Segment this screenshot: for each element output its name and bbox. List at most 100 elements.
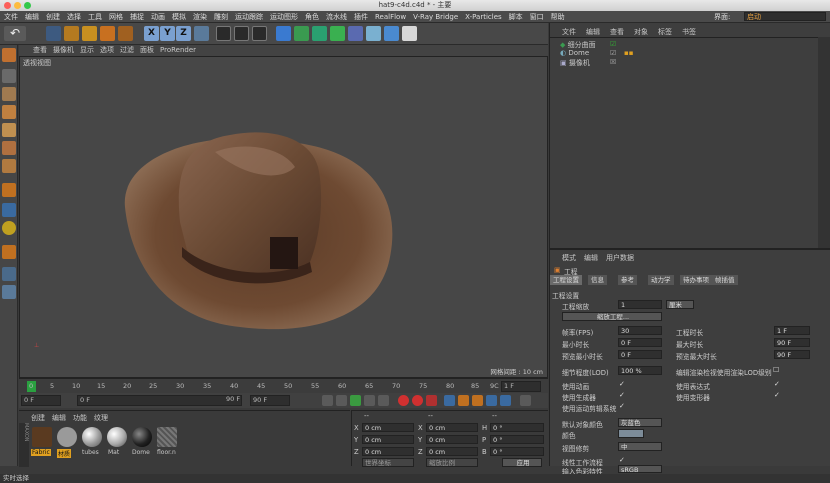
end-frame-field[interactable]: 90 F (250, 395, 290, 406)
snapping-icon[interactable] (2, 221, 16, 235)
cube-icon[interactable] (276, 26, 291, 41)
deformer-icon[interactable] (348, 26, 363, 41)
attr-menu-mode[interactable]: 模式 (562, 253, 576, 263)
close-window-button[interactable] (4, 2, 11, 9)
menu-character[interactable]: 角色 (305, 12, 319, 22)
menu-window[interactable]: 窗口 (530, 12, 544, 22)
z-axis-icon[interactable]: Z (176, 26, 191, 41)
scale-icon[interactable] (82, 26, 97, 41)
attr-menu-userdata[interactable]: 用户数据 (606, 253, 634, 263)
subdivision-surface-icon[interactable] (312, 26, 327, 41)
material-floor[interactable] (157, 427, 177, 447)
obj-menu-view[interactable]: 查看 (610, 27, 624, 37)
obj-menu-file[interactable]: 文件 (562, 27, 576, 37)
position-z-field[interactable]: 0 cm (362, 447, 414, 456)
object-row[interactable]: ◐ Dome ☑ ▪▪ (560, 49, 760, 57)
obj-menu-edit[interactable]: 编辑 (586, 27, 600, 37)
array-icon[interactable] (330, 26, 345, 41)
preview-start-field[interactable]: 0 F (77, 395, 242, 406)
menu-plugins[interactable]: 插件 (354, 12, 368, 22)
render-lod-checkbox[interactable]: ☐ (773, 366, 779, 374)
preview-end-field[interactable]: 90 F (224, 395, 242, 406)
render-picture-viewer-icon[interactable] (234, 26, 249, 41)
menu-pipeline[interactable]: 流水线 (326, 12, 347, 22)
apply-button[interactable]: 应用 (502, 458, 542, 467)
rotation-p-field[interactable]: 0 ° (490, 435, 544, 444)
pen-spline-icon[interactable] (294, 26, 309, 41)
render-view-icon[interactable] (216, 26, 231, 41)
menu-edit[interactable]: 编辑 (25, 12, 39, 22)
timeline-menu-icon[interactable] (520, 395, 531, 406)
color-swatch[interactable] (618, 429, 644, 438)
current-frame-field[interactable]: 1 F (501, 381, 541, 392)
view-clipping-select[interactable]: 中 (618, 442, 662, 451)
linear-workflow-checkbox[interactable]: ✓ (619, 456, 625, 464)
use-deformers-checkbox[interactable]: ✓ (774, 391, 780, 399)
menu-motion-tracking[interactable]: 运动跟踪 (235, 12, 263, 22)
workplane-icon[interactable] (2, 245, 16, 259)
key-rotation-icon[interactable] (458, 395, 469, 406)
scale-unit-select[interactable]: 厘米 (666, 300, 694, 309)
floor-icon[interactable] (366, 26, 381, 41)
input-color-select[interactable]: sRGB (618, 465, 662, 474)
max-time-field[interactable]: 90 F (774, 338, 810, 347)
lod-field[interactable]: 100 % (618, 366, 662, 375)
object-visible-icon[interactable]: ☑ (610, 49, 616, 57)
live-select-icon[interactable] (46, 26, 61, 41)
tab-todo[interactable]: 待办事项 (680, 275, 712, 285)
project-scale-field[interactable]: 1 (618, 300, 662, 309)
keyframe-selection-icon[interactable] (426, 395, 437, 406)
rotation-b-field[interactable]: 0 ° (490, 447, 544, 456)
coordinate-system-icon[interactable] (194, 26, 209, 41)
play-icon[interactable] (350, 395, 361, 406)
menu-file[interactable]: 文件 (4, 12, 18, 22)
layout-select[interactable]: 启动 (744, 12, 826, 21)
points-mode-icon[interactable] (2, 123, 16, 137)
tab-info[interactable]: 信息 (588, 275, 607, 285)
position-x-field[interactable]: 0 cm (362, 423, 414, 432)
menu-vray[interactable]: V-Ray Bridge (413, 13, 458, 21)
menu-sculpt[interactable]: 雕刻 (214, 12, 228, 22)
menu-render[interactable]: 渲染 (193, 12, 207, 22)
mat-menu-texture[interactable]: 纹理 (94, 413, 108, 423)
y-axis-icon[interactable]: Y (160, 26, 175, 41)
object-visible-icon[interactable]: ☒ (610, 58, 616, 66)
material-tag-icon[interactable]: ▪▪ (624, 49, 634, 57)
menu-xparticles[interactable]: X-Particles (465, 13, 501, 21)
autokey-icon[interactable] (412, 395, 423, 406)
size-y-field[interactable]: 0 cm (426, 435, 478, 444)
camera-icon[interactable] (384, 26, 399, 41)
material-mat[interactable] (107, 427, 127, 447)
recent-tool-icon[interactable] (118, 26, 133, 41)
tab-dynamics[interactable]: 动力学 (648, 275, 674, 285)
key-pla-icon[interactable] (500, 395, 511, 406)
default-color-select[interactable]: 灰蓝色 (618, 418, 662, 427)
viewport-menu-view[interactable]: 查看 (33, 45, 47, 56)
x-axis-icon[interactable]: X (144, 26, 159, 41)
lock-workplane-icon[interactable] (2, 285, 16, 299)
menu-tools[interactable]: 工具 (88, 12, 102, 22)
key-position-icon[interactable] (444, 395, 455, 406)
tweak-mode-icon[interactable] (2, 203, 16, 217)
use-motion-checkbox[interactable]: ✓ (619, 402, 625, 410)
mat-menu-function[interactable]: 功能 (73, 413, 87, 423)
axis-mode-icon[interactable] (2, 183, 16, 197)
key-param-icon[interactable] (486, 395, 497, 406)
attr-menu-edit[interactable]: 编辑 (584, 253, 598, 263)
coord-mode-select[interactable]: 世界坐标 (362, 458, 414, 467)
tab-reference[interactable]: 参考 (618, 275, 637, 285)
viewport-menu-cameras[interactable]: 摄像机 (53, 45, 74, 56)
previous-key-icon[interactable] (336, 395, 347, 406)
preview-max-field[interactable]: 90 F (774, 350, 810, 359)
viewport-menu-filter[interactable]: 过滤 (120, 45, 134, 56)
mat-menu-create[interactable]: 创建 (31, 413, 45, 423)
edges-mode-icon[interactable] (2, 141, 16, 155)
obj-menu-tags[interactable]: 标签 (658, 27, 672, 37)
menu-mesh[interactable]: 网格 (109, 12, 123, 22)
tab-frame-interp[interactable]: 帧插值 (712, 275, 738, 285)
menu-simulate[interactable]: 模拟 (172, 12, 186, 22)
menu-realflow[interactable]: RealFlow (375, 13, 406, 21)
zoom-window-button[interactable] (24, 2, 31, 9)
undo-icon[interactable]: ↶ (4, 26, 26, 41)
render-settings-icon[interactable] (252, 26, 267, 41)
